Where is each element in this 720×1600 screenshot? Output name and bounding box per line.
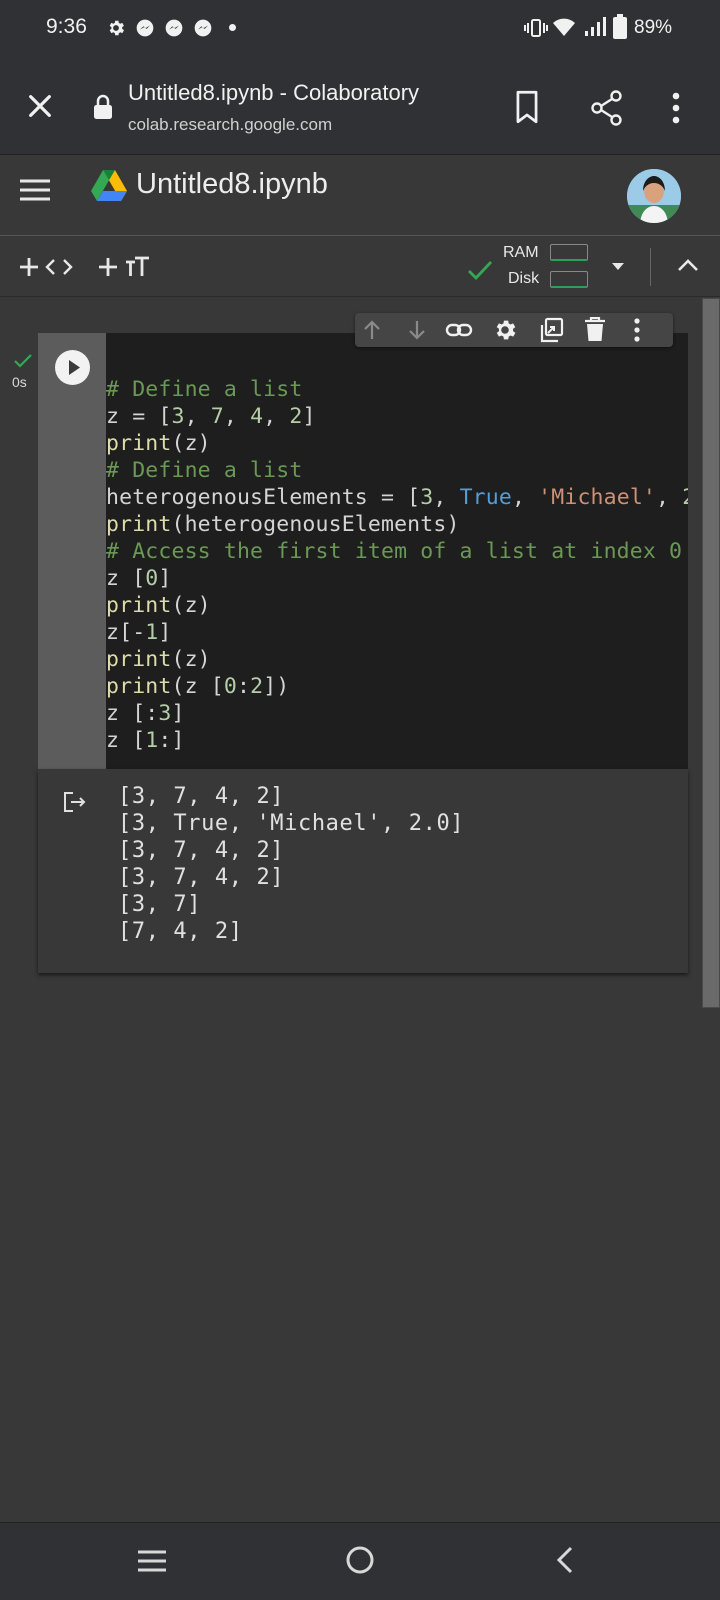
code-line[interactable]: print(z) xyxy=(106,431,211,456)
battery-percent: 89% xyxy=(634,17,673,38)
output-actions-icon[interactable] xyxy=(62,790,88,814)
mirror-cell-icon[interactable] xyxy=(538,317,564,343)
move-cell-up-icon[interactable] xyxy=(360,318,384,342)
code-line[interactable]: print(z [0:2]) xyxy=(106,674,289,699)
code-line[interactable]: print(z) xyxy=(106,593,211,618)
cell-output: [3, 7, 4, 2] [3, True, 'Michael', 2.0] [… xyxy=(38,769,688,973)
code-line[interactable]: heterogenousElements = [3, True, 'Michae… xyxy=(106,485,688,510)
output-line: [3, True, 'Michael', 2.0] xyxy=(118,811,465,836)
dot-icon xyxy=(229,24,236,31)
recent-apps-icon[interactable] xyxy=(137,1549,167,1573)
bookmark-icon[interactable] xyxy=(513,90,541,124)
output-line: [3, 7] xyxy=(118,892,202,917)
disk-label[interactable]: Disk xyxy=(508,270,539,288)
cell-gutter xyxy=(38,333,106,769)
run-cell-button[interactable] xyxy=(55,350,90,385)
execution-time: 0s xyxy=(12,374,27,390)
code-line[interactable]: # Define a list xyxy=(106,458,302,483)
code-line[interactable]: z [:3] xyxy=(106,701,185,726)
link-icon[interactable] xyxy=(445,318,473,342)
ram-meter[interactable] xyxy=(550,244,588,261)
status-time: 9:36 xyxy=(46,15,87,38)
move-cell-down-icon[interactable] xyxy=(405,318,429,342)
code-editor[interactable]: # Define a list z = [3, 7, 4, 2] print(z… xyxy=(106,333,688,769)
output-line: [7, 4, 2] xyxy=(118,919,243,944)
battery-icon xyxy=(612,14,628,40)
cell-settings-icon[interactable] xyxy=(492,317,518,343)
code-line[interactable]: print(z) xyxy=(106,647,211,672)
wifi-icon xyxy=(552,16,576,38)
share-icon[interactable] xyxy=(590,90,624,126)
code-comment: # Define a list xyxy=(106,458,303,483)
code-line[interactable]: z [0] xyxy=(106,566,172,591)
code-line[interactable]: z = [3, 7, 4, 2] xyxy=(106,404,316,429)
play-icon xyxy=(69,360,80,375)
more-cell-actions-icon[interactable] xyxy=(634,318,640,342)
output-line: [3, 7, 4, 2] xyxy=(118,865,285,890)
menu-icon[interactable] xyxy=(19,178,51,202)
resources-dropdown-icon[interactable] xyxy=(611,262,625,271)
code-comment: # Access the first item of a list at ind… xyxy=(106,539,683,564)
lock-icon[interactable] xyxy=(92,94,114,120)
add-code-button[interactable] xyxy=(18,255,76,279)
toolbar-divider xyxy=(650,248,651,286)
back-icon[interactable] xyxy=(556,1546,574,1574)
vibrate-icon xyxy=(524,17,548,39)
ram-label[interactable]: RAM xyxy=(503,244,539,262)
collapse-chevron-up-icon[interactable] xyxy=(677,258,699,272)
code-line[interactable]: # Define a list xyxy=(106,377,302,402)
code-line[interactable]: # Access the first item of a list at ind… xyxy=(106,539,682,564)
execution-success-check-icon xyxy=(13,353,33,369)
messenger-icon xyxy=(193,18,213,38)
messenger-icon xyxy=(135,18,155,38)
output-line: [3, 7, 4, 2] xyxy=(118,838,285,863)
signal-icon xyxy=(583,16,607,38)
output-line: [3, 7, 4, 2] xyxy=(118,784,285,809)
cell-action-toolbar xyxy=(355,313,673,347)
page-url[interactable]: colab.research.google.com xyxy=(128,115,332,135)
notebook-title[interactable]: Untitled8.ipynb xyxy=(136,168,328,201)
scrollbar-thumb[interactable] xyxy=(702,298,720,1008)
more-vert-icon[interactable] xyxy=(672,92,680,124)
delete-cell-icon[interactable] xyxy=(584,317,606,343)
disk-meter[interactable] xyxy=(550,271,588,288)
home-icon[interactable] xyxy=(345,1545,375,1575)
code-line[interactable]: z[-1] xyxy=(106,620,172,645)
settings-icon xyxy=(106,18,126,38)
code-comment: # Define a list xyxy=(106,377,303,402)
add-text-button[interactable] xyxy=(97,255,153,279)
close-icon[interactable] xyxy=(24,90,56,122)
avatar[interactable] xyxy=(627,169,681,223)
page-title[interactable]: Untitled8.ipynb - Colaboratory xyxy=(128,80,419,106)
code-line[interactable]: z [1:] xyxy=(106,728,185,753)
google-drive-icon[interactable] xyxy=(90,169,128,203)
connected-check-icon[interactable] xyxy=(467,259,493,281)
code-line[interactable]: print(heterogenousElements) xyxy=(106,512,460,537)
messenger-icon xyxy=(164,18,184,38)
